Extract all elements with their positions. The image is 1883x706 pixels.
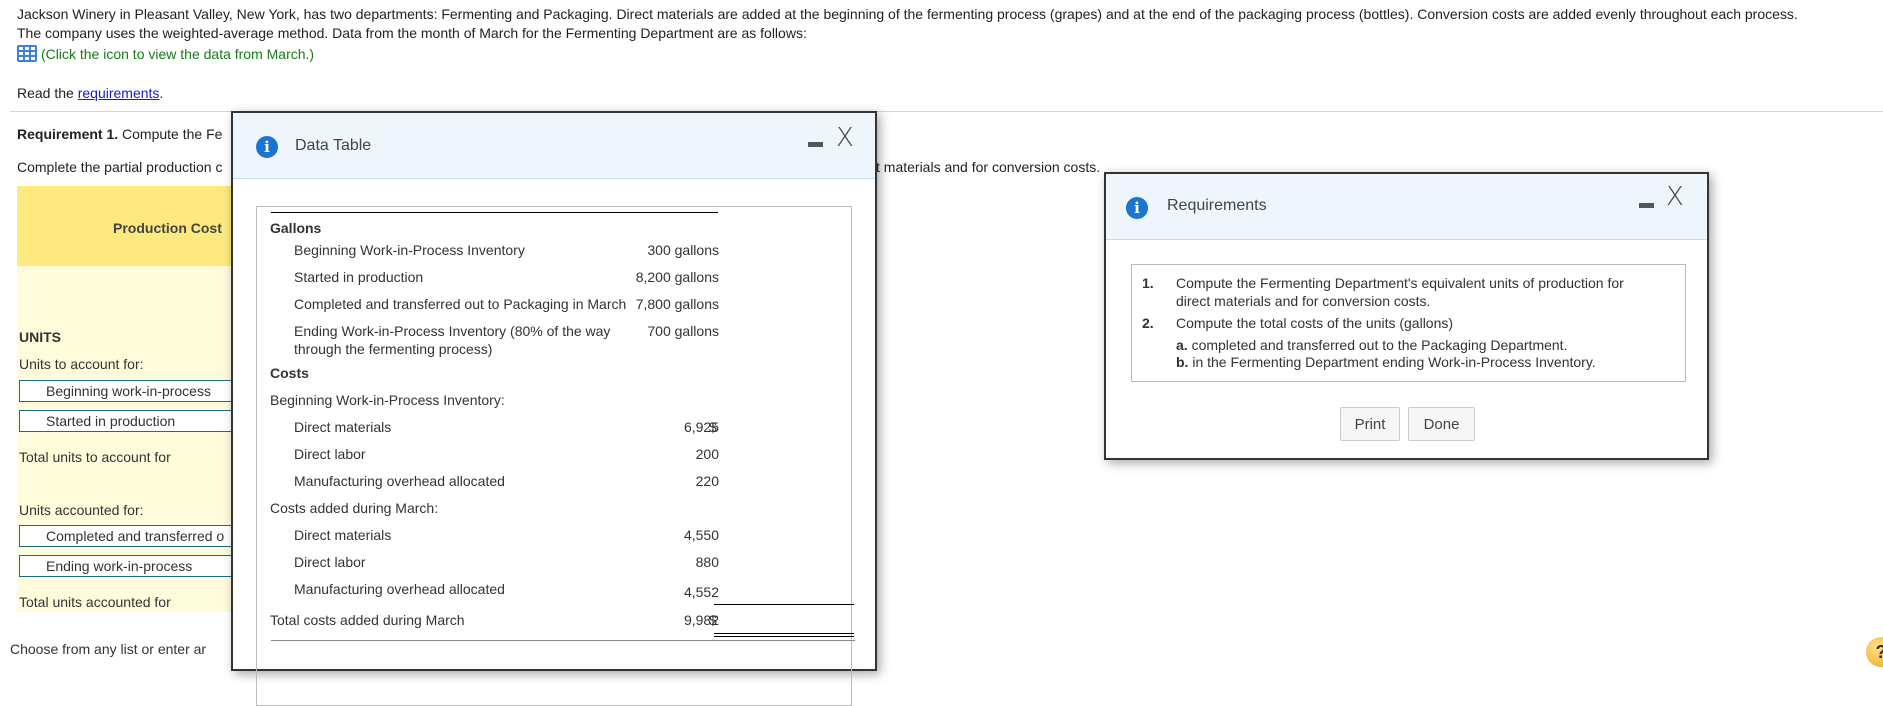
row-label: Beginning Work-in-Process Inventory — [294, 242, 525, 258]
close-icon[interactable]: X — [1666, 184, 1684, 210]
subitem-letter: a. — [1176, 337, 1188, 353]
subitem-text: in the Fermenting Department ending Work… — [1188, 354, 1596, 370]
subitem-letter: b. — [1176, 354, 1189, 370]
table-top-rule — [271, 212, 718, 213]
table-bottom-rule — [271, 640, 855, 641]
total-units-to-account-label: Total units to account for — [19, 449, 171, 465]
requirement-number: 1. — [1142, 275, 1154, 291]
requirements-list: 1. Compute the Fermenting Department's e… — [1131, 264, 1686, 382]
requirement-number: 2. — [1142, 315, 1154, 331]
row-label: Direct materials — [294, 527, 392, 543]
data-dialog-title: Data Table — [295, 137, 372, 154]
requirement-text: Compute the total costs of the units (ga… — [1176, 315, 1454, 331]
data-table: Gallons Beginning Work-in-Process Invent… — [256, 206, 855, 706]
requirement-1-text: Compute the Fe — [118, 126, 223, 142]
gallons-heading: Gallons — [270, 220, 322, 236]
choose-instructions: Choose from any list or enter ar — [10, 641, 207, 657]
requirement-1-heading: Requirement 1. Compute the Fe — [17, 126, 222, 142]
requirement-1-label: Requirement 1. — [17, 126, 119, 142]
info-icon: i — [256, 136, 278, 158]
row-label: Completed and transferred out to Packagi… — [294, 296, 627, 312]
row-value: 4,552 — [683, 584, 719, 600]
started-in-production-select[interactable]: Started in production — [19, 410, 259, 432]
minimize-icon[interactable] — [808, 142, 823, 147]
costs-heading: Costs — [270, 365, 309, 381]
requirements-dialog-header: i Requirements X — [1106, 174, 1707, 240]
units-accounted-label: Units accounted for: — [19, 502, 144, 518]
done-button[interactable]: Done — [1408, 407, 1475, 441]
row-label: through the fermenting process) — [294, 341, 493, 357]
subtotal-underline — [714, 604, 854, 605]
intro-line-2: The company uses the weighted-average me… — [17, 25, 807, 41]
print-button[interactable]: Print — [1340, 407, 1400, 441]
requirement-subitem: a. completed and transferred out to the … — [1176, 337, 1567, 353]
requirement-subitem: b. in the Fermenting Department ending W… — [1176, 354, 1596, 370]
requirements-dialog: i Requirements X 1. Compute the Fermenti… — [1104, 172, 1709, 460]
view-data-link[interactable]: (Click the icon to view the data from Ma… — [17, 45, 314, 62]
data-table-dialog: i Data Table X Gallons Beginning Work-in… — [231, 111, 877, 706]
beginning-wip-heading: Beginning Work-in-Process Inventory: — [270, 392, 505, 408]
intro-line-1: Jackson Winery in Pleasant Valley, New Y… — [17, 6, 1798, 22]
subitem-text: completed and transferred out to the Pac… — [1187, 337, 1568, 353]
row-label: Direct labor — [294, 554, 366, 570]
requirement-text: direct materials and for conversion cost… — [1176, 293, 1431, 309]
row-value: 4,550 — [683, 527, 719, 543]
row-value: 700 gallons — [647, 323, 719, 339]
production-cost-title: Production Cost — [113, 220, 222, 236]
double-underline-top — [714, 633, 854, 634]
units-to-account-label: Units to account for: — [19, 356, 144, 372]
completed-transferred-select[interactable]: Completed and transferred o — [19, 525, 259, 547]
requirements-dialog-title: Requirements — [1167, 197, 1267, 214]
help-icon[interactable]: ? — [1866, 637, 1883, 667]
data-dialog-header: i Data Table X — [233, 113, 875, 179]
row-label: Direct labor — [294, 446, 366, 462]
total-label: Total costs added during March — [270, 612, 465, 628]
view-data-text[interactable]: (Click the icon to view the data from Ma… — [41, 46, 314, 62]
partial-instructions: Complete the partial production c — [17, 159, 223, 175]
beginning-wip-select[interactable]: Beginning work-in-process — [19, 380, 259, 402]
row-value: 880 — [695, 554, 719, 570]
row-value: 8,200 gallons — [635, 269, 719, 285]
requirements-link[interactable]: requirements — [78, 85, 160, 101]
row-label: Direct materials — [294, 419, 392, 435]
minimize-icon[interactable] — [1639, 203, 1654, 208]
row-label: Ending Work-in-Process Inventory (80% of… — [294, 323, 611, 339]
row-value: 220 — [695, 473, 719, 489]
production-cost-header: Production Cost — [17, 186, 247, 266]
row-value: 7,800 gallons — [635, 296, 719, 312]
requirement-text: Compute the Fermenting Department's equi… — [1176, 275, 1624, 291]
total-units-accounted-label: Total units accounted for — [19, 594, 171, 610]
total-value: 9,982 — [683, 612, 719, 628]
production-cost-report: Production Cost UNITS Units to account f… — [17, 186, 259, 612]
row-label: Manufacturing overhead allocated — [294, 473, 505, 489]
info-icon: i — [1126, 197, 1148, 219]
data-table-icon[interactable] — [17, 45, 37, 62]
units-heading: UNITS — [19, 329, 61, 345]
read-suffix: . — [159, 85, 164, 101]
row-value: 6,925 — [683, 419, 719, 435]
row-label: Started in production — [294, 269, 424, 285]
read-requirements: Read the requirements. — [17, 85, 163, 101]
ending-wip-select[interactable]: Ending work-in-process — [19, 555, 259, 577]
double-underline-bottom — [714, 636, 854, 637]
row-value: 200 — [695, 446, 719, 462]
partial-instructions-right: t materials and for conversion costs. — [876, 159, 1101, 175]
read-prefix: Read the — [17, 85, 78, 101]
problem-intro: Jackson Winery in Pleasant Valley, New Y… — [17, 5, 1883, 43]
row-label: Manufacturing overhead allocated — [294, 581, 505, 597]
costs-added-heading: Costs added during March: — [270, 500, 439, 516]
row-value: 300 gallons — [647, 242, 719, 258]
close-icon[interactable]: X — [836, 125, 854, 151]
